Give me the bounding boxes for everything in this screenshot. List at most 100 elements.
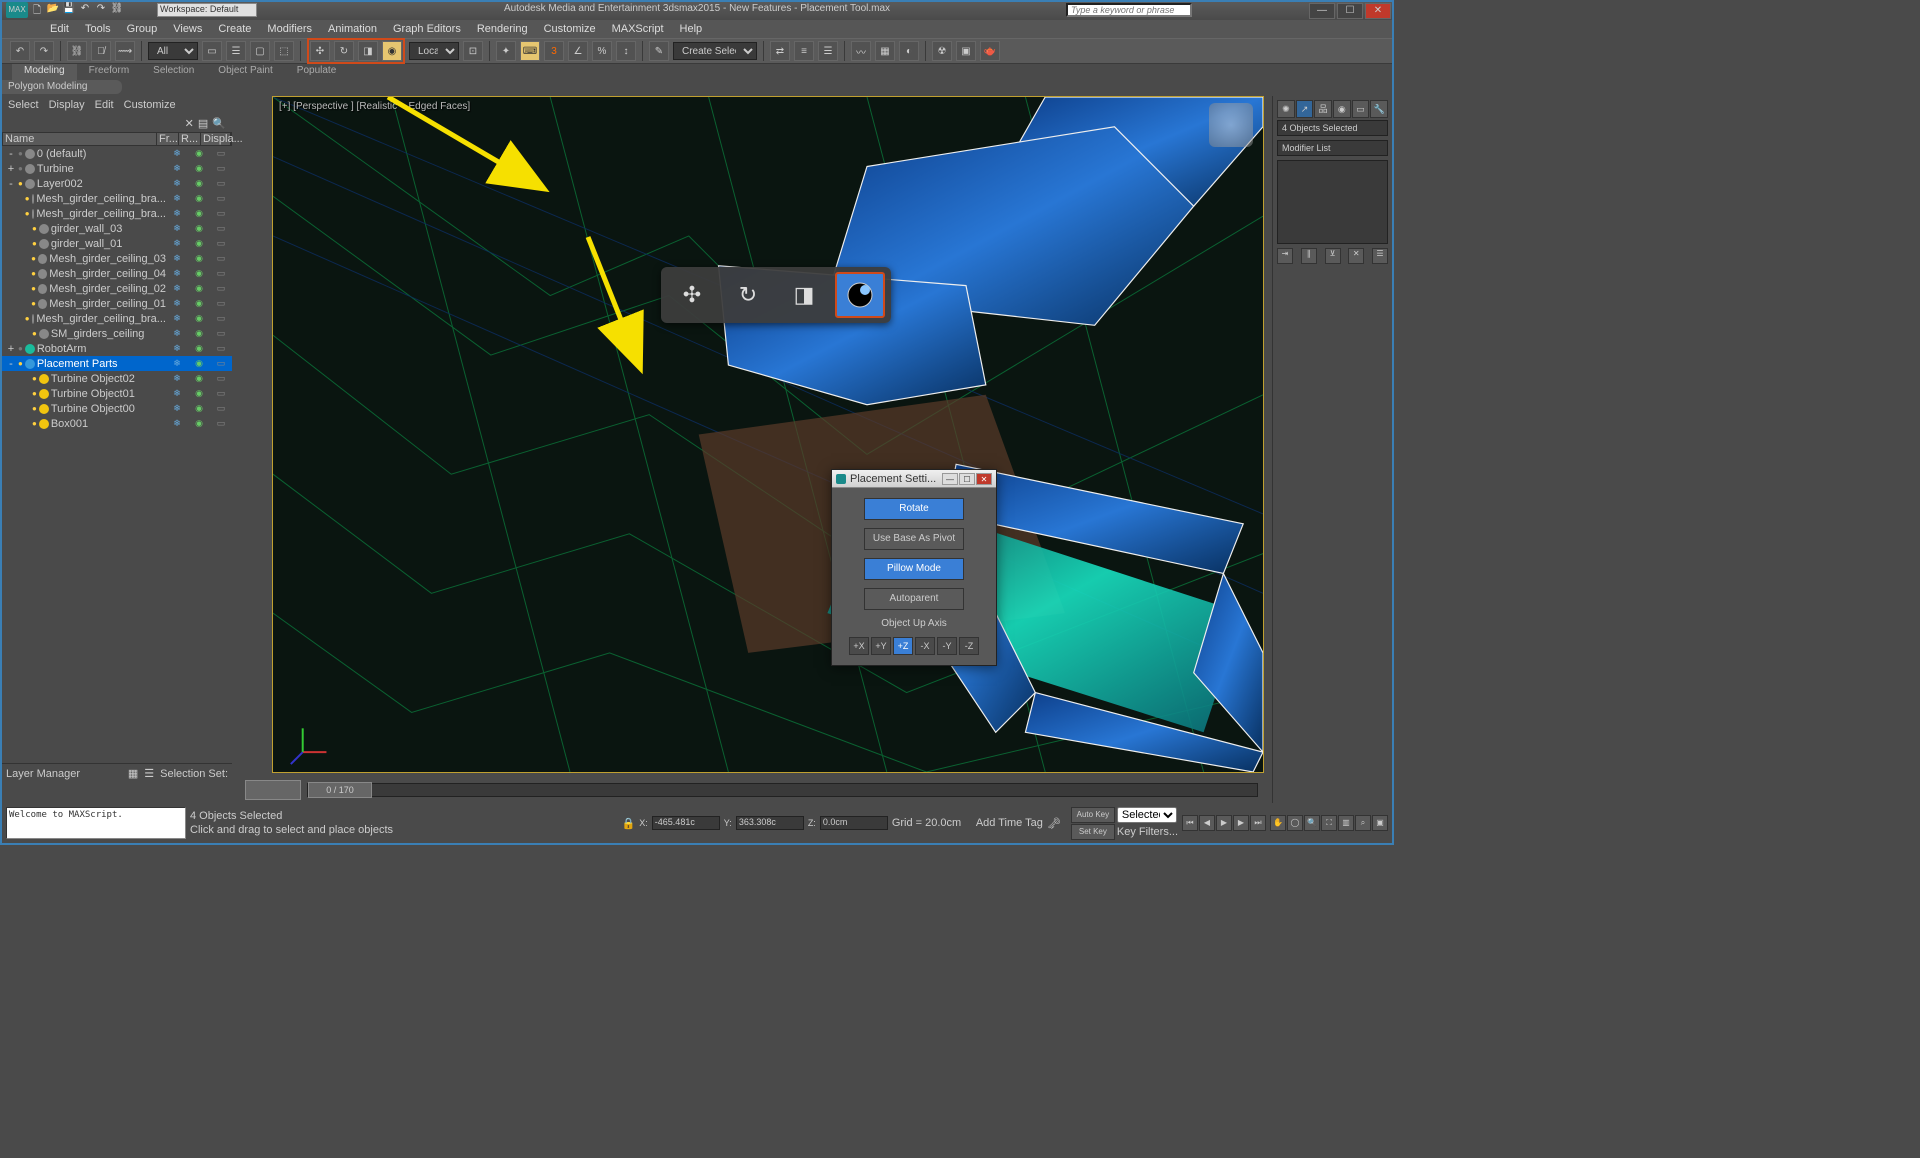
modifier-list-dropdown[interactable]: Modifier List: [1277, 140, 1388, 156]
snap-3-button[interactable]: 3: [544, 41, 564, 61]
tree-row[interactable]: +●Turbine❄◉▭: [2, 161, 232, 176]
modifier-stack[interactable]: [1277, 160, 1388, 244]
selection-filter-dropdown[interactable]: All: [148, 42, 198, 60]
tree-row[interactable]: ●Box001❄◉▭: [2, 416, 232, 431]
unlink-button[interactable]: ⛓̸: [91, 41, 111, 61]
ribbon-tab-freeform[interactable]: Freeform: [77, 64, 142, 80]
scale-button[interactable]: ◨: [358, 41, 378, 61]
prev-frame-button[interactable]: ◀: [1199, 815, 1215, 831]
menu-tools[interactable]: Tools: [77, 21, 119, 37]
axis-pX[interactable]: +X: [849, 637, 869, 655]
redo-icon[interactable]: ↷: [94, 3, 108, 17]
menu-help[interactable]: Help: [672, 21, 711, 37]
menu-create[interactable]: Create: [210, 21, 259, 37]
column-Displa[interactable]: Displa...: [201, 133, 231, 145]
search-icon[interactable]: 🔍: [212, 117, 226, 130]
se-menu-customize[interactable]: Customize: [124, 99, 176, 111]
zoom-button[interactable]: 🔍: [1304, 815, 1320, 831]
pivot-button[interactable]: ⊡: [463, 41, 483, 61]
layer-button[interactable]: ☰: [818, 41, 838, 61]
axis-nZ[interactable]: -Z: [959, 637, 979, 655]
menu-animation[interactable]: Animation: [320, 21, 385, 37]
rotate-button[interactable]: ↻: [334, 41, 354, 61]
configure-icon[interactable]: ☰: [1372, 248, 1388, 264]
ribbon-tab-objectpaint[interactable]: Object Paint: [206, 64, 284, 80]
manipulate-button[interactable]: ✦: [496, 41, 516, 61]
keyboard-shortcut-button[interactable]: ⌨: [520, 41, 540, 61]
maximize-button[interactable]: ☐: [1337, 3, 1363, 19]
viewport[interactable]: [+] [Perspective ] [Realistic + Edged Fa…: [272, 96, 1264, 773]
time-config-button[interactable]: [245, 780, 301, 800]
select-button[interactable]: ▭: [202, 41, 222, 61]
tree-row[interactable]: ●girder_wall_01❄◉▭: [2, 236, 232, 251]
move-button[interactable]: ✣: [310, 41, 330, 61]
menu-customize[interactable]: Customize: [536, 21, 604, 37]
play-button[interactable]: ▶: [1216, 815, 1232, 831]
viewport-label[interactable]: [+] [Perspective ] [Realistic + Edged Fa…: [279, 101, 470, 112]
placement-button[interactable]: ◉: [382, 41, 402, 61]
goto-start-button[interactable]: ⏮: [1182, 815, 1198, 831]
angle-snap-button[interactable]: ∠: [568, 41, 588, 61]
help-search-input[interactable]: [1066, 3, 1192, 17]
unique-icon[interactable]: ⊻: [1325, 248, 1341, 264]
tree-row[interactable]: +●RobotArm❄◉▭: [2, 341, 232, 356]
filter-icon[interactable]: ▤: [198, 117, 208, 130]
z-coord[interactable]: 0.0cm: [820, 816, 888, 830]
rotate-button[interactable]: Rotate: [864, 498, 964, 520]
tree-row[interactable]: ●Mesh_girder_ceiling_04❄◉▭: [2, 266, 232, 281]
autokey-button[interactable]: Auto Key: [1071, 807, 1115, 823]
time-track[interactable]: 0 / 170: [307, 783, 1258, 797]
ribbon-tab-selection[interactable]: Selection: [141, 64, 206, 80]
bind-button[interactable]: ⟿: [115, 41, 135, 61]
float-scale-button[interactable]: ◨: [779, 272, 829, 318]
float-placement-button[interactable]: [835, 272, 885, 318]
hierarchy-tab[interactable]: 品: [1314, 100, 1332, 118]
lock-icon[interactable]: 🔒: [622, 817, 636, 830]
tree-row[interactable]: ●girder_wall_03❄◉▭: [2, 221, 232, 236]
menu-grapheditors[interactable]: Graph Editors: [385, 21, 469, 37]
tree-row[interactable]: -●Layer002❄◉▭: [2, 176, 232, 191]
create-tab[interactable]: ✺: [1277, 100, 1295, 118]
tree-row[interactable]: ●Mesh_girder_ceiling_bra...❄◉▭: [2, 206, 232, 221]
float-move-button[interactable]: ✣: [667, 272, 717, 318]
zoom-ext-button[interactable]: ⌕: [1355, 815, 1371, 831]
zoom-all-button[interactable]: ⛶: [1321, 815, 1337, 831]
remove-mod-icon[interactable]: ✕: [1348, 248, 1364, 264]
window-crossing-button[interactable]: ⬚: [274, 41, 294, 61]
ribbon-tab-modeling[interactable]: Modeling: [12, 64, 77, 80]
menu-rendering[interactable]: Rendering: [469, 21, 536, 37]
keyfilters-button[interactable]: Key Filters...: [1117, 826, 1178, 838]
material-button[interactable]: ◐: [899, 41, 919, 61]
dialog-maximize[interactable]: ☐: [959, 473, 975, 485]
select-name-button[interactable]: ☰: [226, 41, 246, 61]
axis-nY[interactable]: -Y: [937, 637, 957, 655]
link-button[interactable]: ⛓: [67, 41, 87, 61]
key-icon[interactable]: 🗝: [1047, 817, 1067, 830]
menu-group[interactable]: Group: [119, 21, 166, 37]
dialog-minimize[interactable]: —: [942, 473, 958, 485]
show-end-icon[interactable]: ∥: [1301, 248, 1317, 264]
render-frame-button[interactable]: ▣: [956, 41, 976, 61]
autoparent-button[interactable]: Autoparent: [864, 588, 964, 610]
tree-row[interactable]: ●Turbine Object02❄◉▭: [2, 371, 232, 386]
clear-icon[interactable]: ✕: [185, 117, 194, 130]
addtime-label[interactable]: Add Time Tag: [976, 817, 1043, 829]
named-selset-dropdown[interactable]: Create Selection Se: [673, 42, 757, 60]
use-base-pivot-button[interactable]: Use Base As Pivot: [864, 528, 964, 550]
workspace-dropdown[interactable]: Workspace: Default: [157, 3, 257, 17]
axis-nX[interactable]: -X: [915, 637, 935, 655]
pin-stack-icon[interactable]: ⇥: [1277, 248, 1293, 264]
column-Fr[interactable]: Fr...: [157, 133, 179, 145]
tree-row[interactable]: ●SM_girders_ceiling❄◉▭: [2, 326, 232, 341]
curve-editor-button[interactable]: 〰: [851, 41, 871, 61]
named-selset-edit-button[interactable]: ✎: [649, 41, 669, 61]
display-tab[interactable]: ▭: [1352, 100, 1370, 118]
pan-button[interactable]: ✋: [1270, 815, 1286, 831]
axis-pZ[interactable]: +Z: [893, 637, 913, 655]
tree-row[interactable]: ●Turbine Object00❄◉▭: [2, 401, 232, 416]
menu-edit[interactable]: Edit: [42, 21, 77, 37]
tree-row[interactable]: ●Mesh_girder_ceiling_02❄◉▭: [2, 281, 232, 296]
mirror-button[interactable]: ⇄: [770, 41, 790, 61]
selset-icon[interactable]: ☰: [144, 767, 154, 780]
undo-button[interactable]: ↶: [10, 41, 30, 61]
